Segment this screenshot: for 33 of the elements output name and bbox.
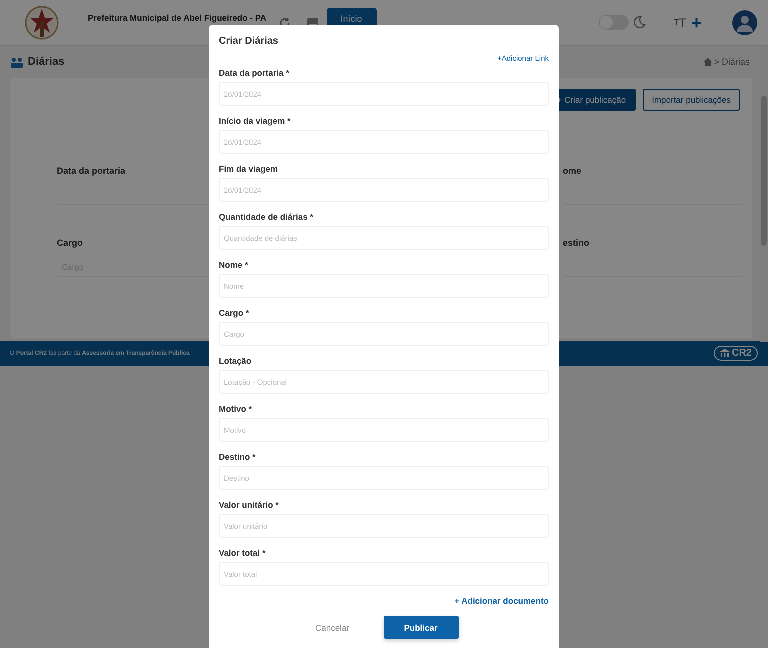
breadcrumb: > Diárias — [714, 57, 750, 67]
people-icon — [11, 56, 23, 68]
filter-label: estino — [563, 238, 590, 248]
font-decrease[interactable]: T — [674, 18, 680, 26]
home-icon[interactable] — [704, 58, 712, 66]
page-title: Diárias — [28, 56, 65, 68]
field-label: Fim da viagem — [219, 164, 280, 175]
field-label: Valor unitário * — [219, 500, 280, 511]
footer-logo[interactable]: CR2 — [714, 346, 758, 361]
building-icon — [720, 349, 730, 358]
field-label: Destino * — [219, 452, 257, 463]
municipality-title: Prefeitura Municipal de Abel Figueiredo - PA — [88, 12, 267, 22]
cancel-button[interactable]: Cancelar — [309, 616, 356, 639]
import-button[interactable]: Importar publicações — [643, 89, 740, 111]
crest-logo — [24, 4, 60, 40]
font-plus[interactable]: + — [691, 14, 702, 32]
font-increase[interactable]: T — [679, 16, 686, 28]
add-document-link[interactable]: + Adicionar documento — [454, 596, 549, 607]
field-label: Motivo * — [219, 404, 254, 415]
avatar[interactable] — [732, 10, 758, 36]
field-label: Quantidade de diárias * — [219, 212, 314, 223]
filter-label: ome — [563, 166, 582, 176]
logo-text: CR2 — [732, 348, 752, 359]
field-label: Cargo * — [219, 308, 250, 319]
publish-button[interactable]: Publicar — [384, 616, 459, 639]
field-label: Lotação — [219, 356, 253, 367]
filter-label: Cargo — [57, 238, 84, 248]
filter-label: Data da portaria — [57, 166, 126, 176]
field-label: Valor total * — [219, 548, 267, 559]
moon-icon — [633, 16, 646, 29]
field-label: Data da portaria * — [219, 68, 290, 79]
field-label: Início da viagem * — [219, 116, 292, 127]
modal-title: Criar Diárias — [219, 35, 280, 49]
